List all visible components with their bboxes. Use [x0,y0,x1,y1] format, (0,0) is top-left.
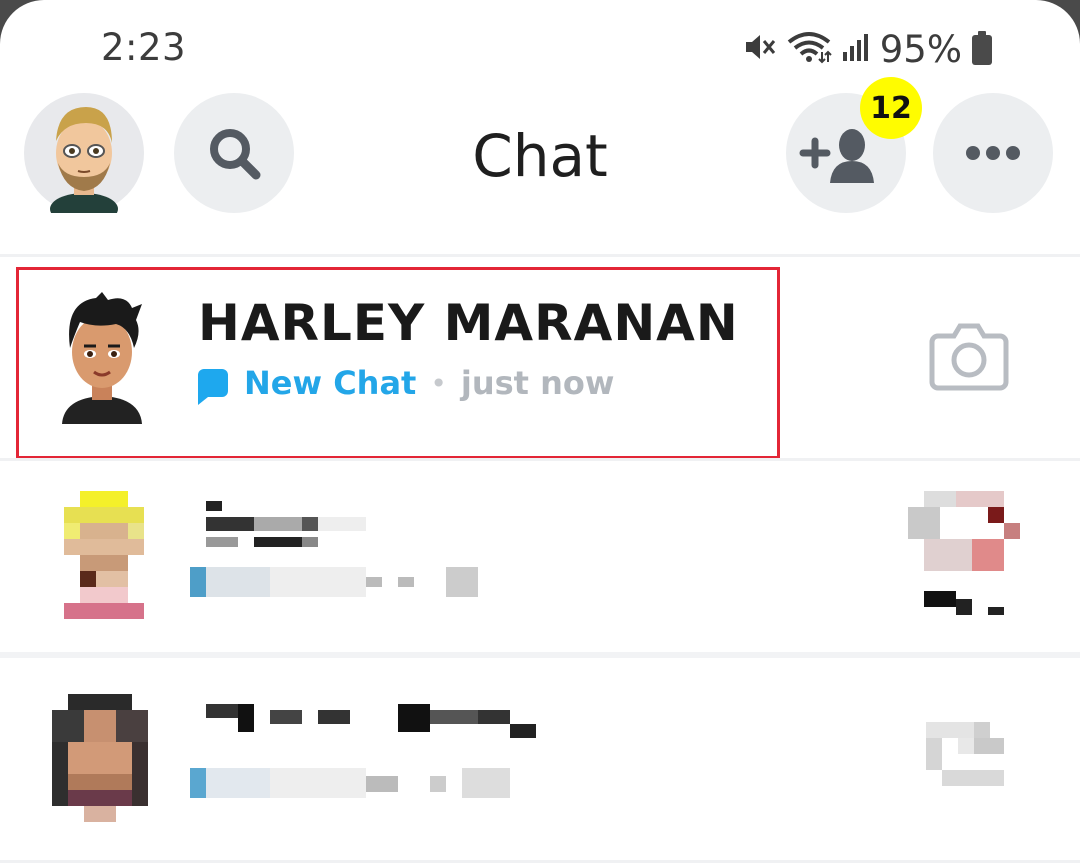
row-divider [0,860,1080,863]
mute-icon [742,31,776,68]
header-divider [0,254,1080,257]
status-time: 2:23 [101,26,187,69]
separator-dot: • [430,366,447,400]
chat-status: New Chat [244,364,417,402]
signal-icon [842,32,870,67]
chat-row[interactable] [0,660,1080,864]
more-icon [966,146,1020,160]
chat-status-line: New Chat • just now [198,364,615,405]
pixelated-text [190,501,478,597]
row-divider [0,652,1080,658]
wifi-icon [786,30,832,69]
chat-row[interactable] [0,461,1080,651]
chat-name: HARLEY MARANAN [198,294,739,352]
page-title: Chat [472,122,608,190]
friend-requests-badge: 12 [860,77,922,139]
chat-time: just now [460,364,615,402]
pixelated-avatar [64,491,144,619]
more-options-button[interactable] [933,93,1053,213]
chat-bubble-icon [198,369,228,405]
pixelated-icon [926,722,1004,786]
battery-icon [972,30,992,65]
battery-percent: 95% [879,28,962,71]
pixelated-icon [908,491,1020,615]
friend-avatar [62,292,142,424]
pixelated-avatar [52,694,148,822]
pixelated-text [190,704,536,798]
camera-icon[interactable] [928,318,1010,394]
status-icons: 95% [742,28,992,71]
chat-screen: 2:23 95% Chat 12 HARLEY MARANAN New Chat… [0,0,1080,864]
